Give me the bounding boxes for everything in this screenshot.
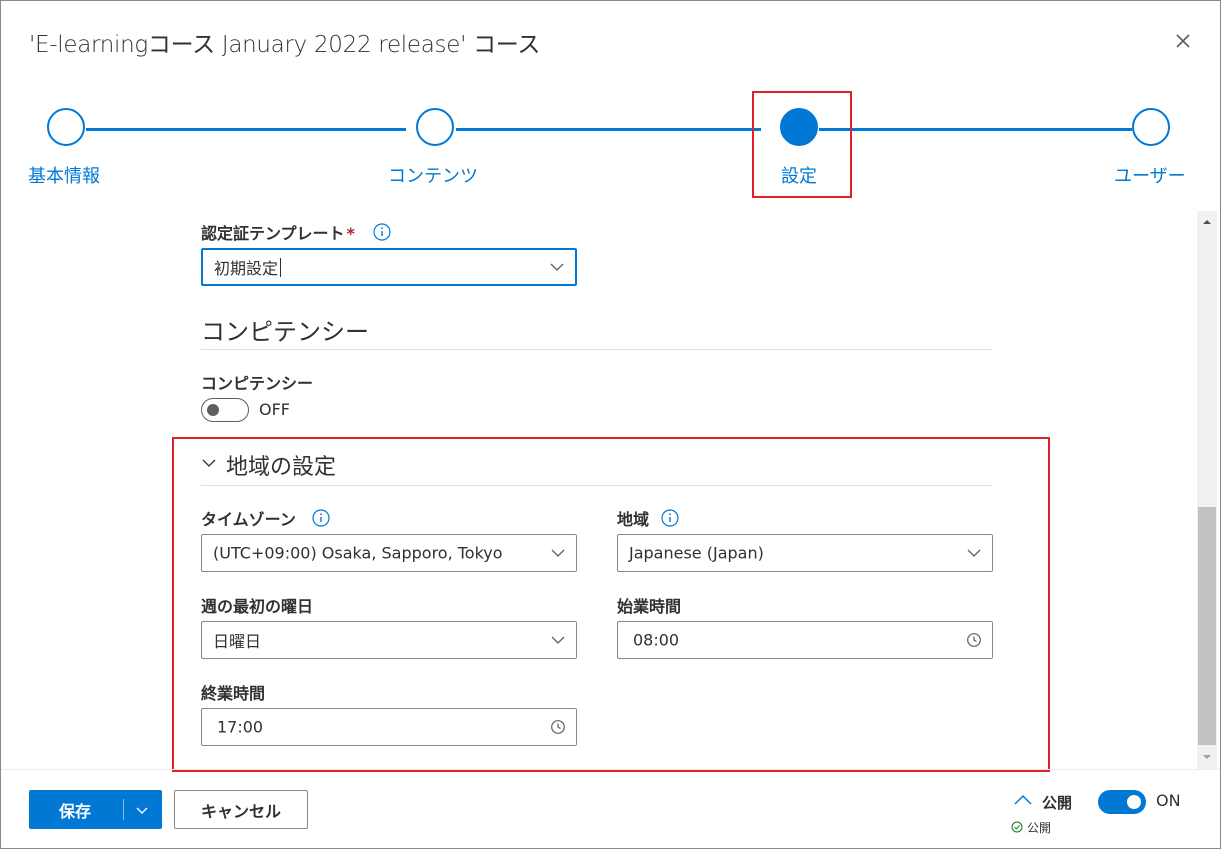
highlight-box-regional-settings xyxy=(172,437,1050,772)
step-label-basic-info[interactable]: 基本情報 xyxy=(28,162,100,188)
step-label-content[interactable]: コンテンツ xyxy=(388,162,478,188)
step-circle-content[interactable] xyxy=(416,108,454,146)
certificate-template-label: 認定証テンプレート * xyxy=(201,220,355,244)
publish-toggle-state: ON xyxy=(1156,791,1181,810)
dialog-title: 'E-learningコース January 2022 release' コース xyxy=(29,32,541,58)
competency-toggle-label: コンピテンシー xyxy=(201,374,314,393)
competency-section-title: コンピテンシー xyxy=(201,318,369,346)
toggle-knob xyxy=(207,404,219,416)
step-circle-basic-info[interactable] xyxy=(47,108,85,146)
step-connector xyxy=(819,128,1132,131)
step-connector xyxy=(86,128,406,131)
certificate-template-label-text: 認定証テンプレート xyxy=(201,224,345,243)
footer-divider xyxy=(1,769,1220,770)
required-mark: * xyxy=(346,224,355,243)
publish-toggle[interactable] xyxy=(1098,790,1146,814)
split-separator xyxy=(123,799,124,820)
cancel-button[interactable]: キャンセル xyxy=(174,790,308,829)
certificate-template-value: 初期設定 xyxy=(214,259,279,278)
competency-toggle[interactable] xyxy=(201,398,249,422)
publish-status: 公開 xyxy=(1027,821,1052,835)
text-cursor xyxy=(280,258,281,277)
step-circle-users[interactable] xyxy=(1132,108,1170,146)
publish-label: 公開 xyxy=(1042,794,1073,812)
close-button[interactable] xyxy=(1171,29,1195,53)
check-circle-icon xyxy=(1011,821,1023,833)
save-button-label: 保存 xyxy=(59,801,92,821)
toggle-knob xyxy=(1127,795,1141,809)
scroll-up-arrow-icon[interactable] xyxy=(1200,215,1214,229)
highlight-box-settings-step xyxy=(752,91,852,198)
cancel-button-label: キャンセル xyxy=(200,801,281,821)
step-connector xyxy=(456,128,761,131)
certificate-template-select[interactable]: 初期設定 xyxy=(201,248,577,286)
competency-toggle-state: OFF xyxy=(259,400,290,419)
scroll-down-arrow-icon[interactable] xyxy=(1200,750,1214,764)
chevron-down-icon xyxy=(550,263,564,271)
scrollbar-thumb[interactable] xyxy=(1198,507,1216,745)
close-icon xyxy=(1176,34,1190,48)
chevron-down-icon[interactable] xyxy=(134,802,150,818)
info-icon[interactable] xyxy=(373,223,391,241)
save-button[interactable]: 保存 xyxy=(29,790,162,829)
step-label-users[interactable]: ユーザー xyxy=(1114,162,1186,188)
dialog: 'E-learningコース January 2022 release' コース… xyxy=(0,0,1221,849)
section-divider xyxy=(201,349,993,350)
chevron-up-icon[interactable] xyxy=(1013,792,1033,808)
